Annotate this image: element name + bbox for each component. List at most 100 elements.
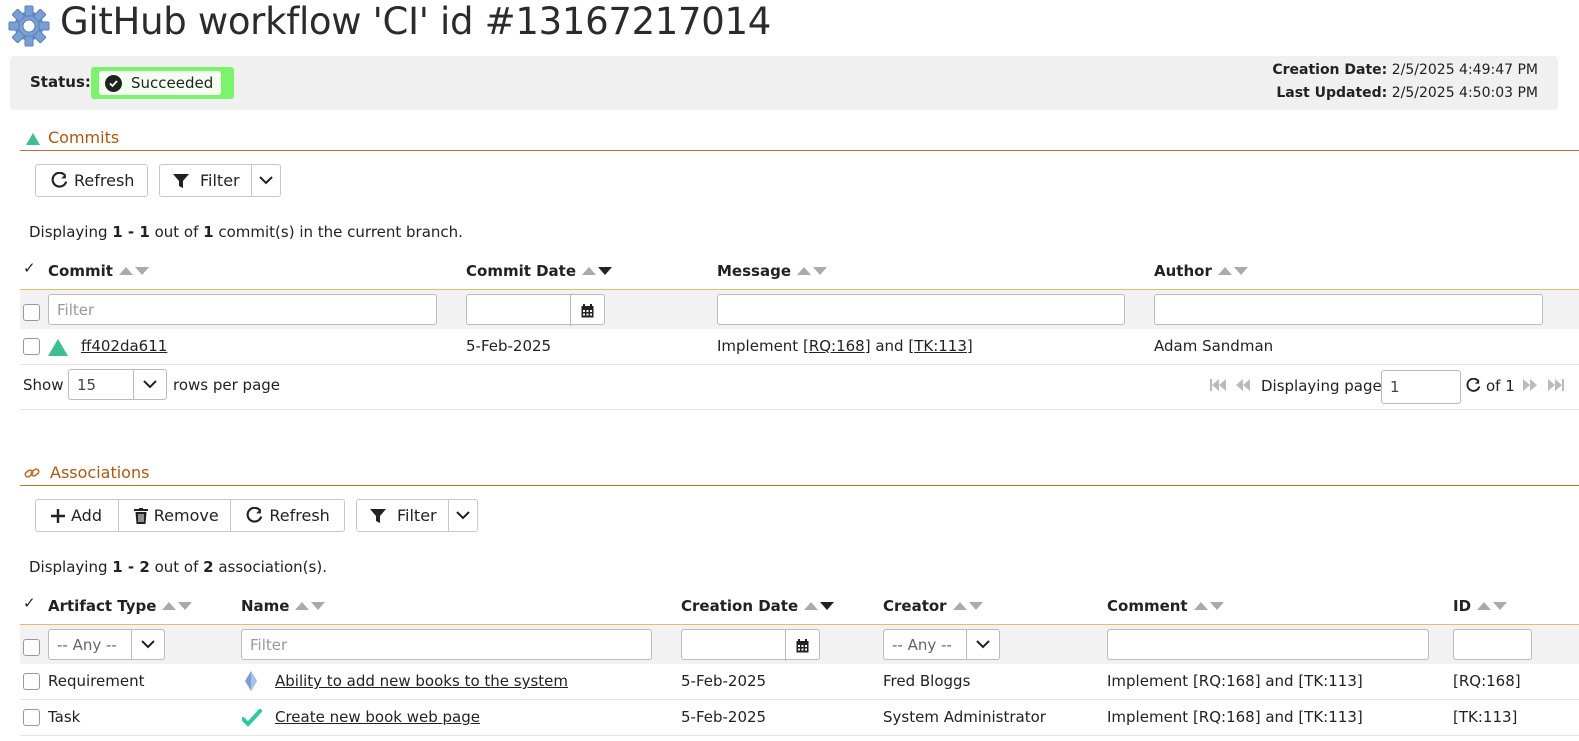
row-checkbox[interactable] <box>23 338 40 355</box>
row-divider <box>20 699 1579 700</box>
sort-icon[interactable] <box>162 602 193 610</box>
page-count: of 1 <box>1486 377 1515 395</box>
chevron-down-icon <box>967 630 999 659</box>
column-header-name[interactable]: Name <box>241 597 326 615</box>
column-label: Commit Date <box>466 262 577 280</box>
creator-select[interactable]: -- Any -- <box>883 629 1000 660</box>
trash-icon <box>133 507 148 524</box>
commit-filter-input[interactable]: Filter <box>48 294 437 325</box>
next-page-icon[interactable] <box>1521 378 1539 396</box>
creator-cell: System Administrator <box>883 708 1046 726</box>
refresh-button[interactable]: Refresh <box>35 164 148 197</box>
refresh-icon[interactable] <box>1466 377 1481 397</box>
info-text: association(s). <box>213 558 327 576</box>
association-name-link[interactable]: Ability to add new books to the system <box>275 672 568 690</box>
message-filter-input[interactable] <box>717 294 1125 325</box>
comment-filter-input[interactable] <box>1107 629 1429 660</box>
sort-icon[interactable] <box>295 602 326 610</box>
refresh-label: Refresh <box>74 171 135 190</box>
message-text: ] and [ <box>864 337 915 355</box>
collapse-triangle-icon[interactable] <box>26 133 40 145</box>
sort-icon[interactable] <box>952 602 983 610</box>
last-page-icon[interactable] <box>1547 378 1565 396</box>
column-header-id[interactable]: ID <box>1453 597 1508 615</box>
info-sep: - <box>122 223 140 241</box>
commit-link[interactable]: ff402da611 <box>81 337 167 355</box>
row-divider <box>20 735 1579 736</box>
requirement-link[interactable]: RQ:168 <box>809 337 865 355</box>
sort-icon[interactable] <box>1217 267 1248 275</box>
select-all-checkbox[interactable] <box>23 304 40 321</box>
row-divider <box>20 364 1579 365</box>
artifact-type-cell: Task <box>48 708 81 726</box>
refresh-button[interactable]: Refresh <box>231 500 344 531</box>
rows-per-page-label: rows per page <box>173 376 281 394</box>
info-from: 1 <box>112 558 123 576</box>
remove-button[interactable]: Remove <box>119 500 232 531</box>
associations-toolbar: Add Remove Refresh <box>35 499 345 532</box>
author-filter-input[interactable] <box>1154 294 1543 325</box>
select-all-check-icon[interactable]: ✓ <box>23 594 36 612</box>
column-label: Commit <box>48 262 113 280</box>
page-number-input[interactable]: 1 <box>1381 370 1461 404</box>
info-total: 2 <box>203 558 214 576</box>
commit-date-filter-input[interactable] <box>466 294 605 326</box>
column-label: Author <box>1154 262 1212 280</box>
sort-icon[interactable] <box>797 267 827 275</box>
calendar-icon[interactable] <box>570 295 604 326</box>
link-icon <box>24 466 40 484</box>
row-checkbox[interactable] <box>23 673 40 690</box>
associations-section-title[interactable]: Associations <box>50 463 149 482</box>
first-page-icon[interactable] <box>1209 378 1227 396</box>
select-all-checkbox[interactable] <box>23 639 40 656</box>
sort-icon[interactable] <box>1477 602 1508 610</box>
creation-date-value: 2/5/2025 4:49:47 PM <box>1391 62 1538 78</box>
artifact-type-select[interactable]: -- Any -- <box>48 629 165 660</box>
name-filter-input[interactable]: Filter <box>241 629 652 660</box>
refresh-label: Refresh <box>269 506 330 525</box>
filter-button-group[interactable]: Filter <box>159 164 281 197</box>
filter-dropdown-toggle[interactable] <box>252 165 280 196</box>
id-filter-input[interactable] <box>1453 629 1532 660</box>
column-header-message[interactable]: Message <box>717 262 827 280</box>
column-header-author[interactable]: Author <box>1154 262 1248 280</box>
previous-page-icon[interactable] <box>1234 378 1252 396</box>
column-label: Name <box>241 597 290 615</box>
sort-icon[interactable] <box>582 267 613 275</box>
add-button[interactable]: Add <box>36 500 119 531</box>
last-updated: Last Updated: 2/5/2025 4:50:03 PM <box>1276 85 1538 101</box>
filter-button[interactable]: Filter <box>357 500 450 531</box>
add-label: Add <box>71 506 102 525</box>
author-cell: Adam Sandman <box>1154 337 1274 355</box>
info-text: Displaying <box>29 558 113 576</box>
column-header-commit-date[interactable]: Commit Date <box>466 262 613 280</box>
section-divider <box>20 150 1579 151</box>
filter-dropdown-toggle[interactable] <box>449 500 477 531</box>
last-updated-label: Last Updated: <box>1276 85 1388 101</box>
creation-date-filter-input[interactable] <box>681 629 820 661</box>
column-label: Message <box>717 262 791 280</box>
creation-date-label: Creation Date: <box>1272 62 1388 78</box>
column-header-comment[interactable]: Comment <box>1107 597 1224 615</box>
filter-button[interactable]: Filter <box>160 165 253 196</box>
column-header-creator[interactable]: Creator <box>883 597 983 615</box>
association-name-link[interactable]: Create new book web page <box>275 708 480 726</box>
task-link[interactable]: TK:113 <box>914 337 967 355</box>
column-header-artifact-type[interactable]: Artifact Type <box>48 597 193 615</box>
filter-button-group[interactable]: Filter <box>356 499 478 532</box>
column-label: Comment <box>1107 597 1188 615</box>
info-text: Displaying <box>29 223 113 241</box>
calendar-icon[interactable] <box>785 630 819 661</box>
sort-icon[interactable] <box>1193 602 1224 610</box>
sort-icon[interactable] <box>118 267 149 275</box>
column-label: Creator <box>883 597 947 615</box>
column-header-creation-date[interactable]: Creation Date <box>681 597 835 615</box>
commits-section-title[interactable]: Commits <box>48 128 119 147</box>
select-all-check-icon[interactable]: ✓ <box>23 259 36 277</box>
sort-icon[interactable] <box>804 602 835 610</box>
row-checkbox[interactable] <box>23 709 40 726</box>
info-total: 1 <box>203 223 214 241</box>
rows-per-page-select[interactable]: 15 <box>68 369 167 400</box>
comment-cell: Implement [RQ:168] and [TK:113] <box>1107 708 1363 726</box>
column-header-commit[interactable]: Commit <box>48 262 149 280</box>
